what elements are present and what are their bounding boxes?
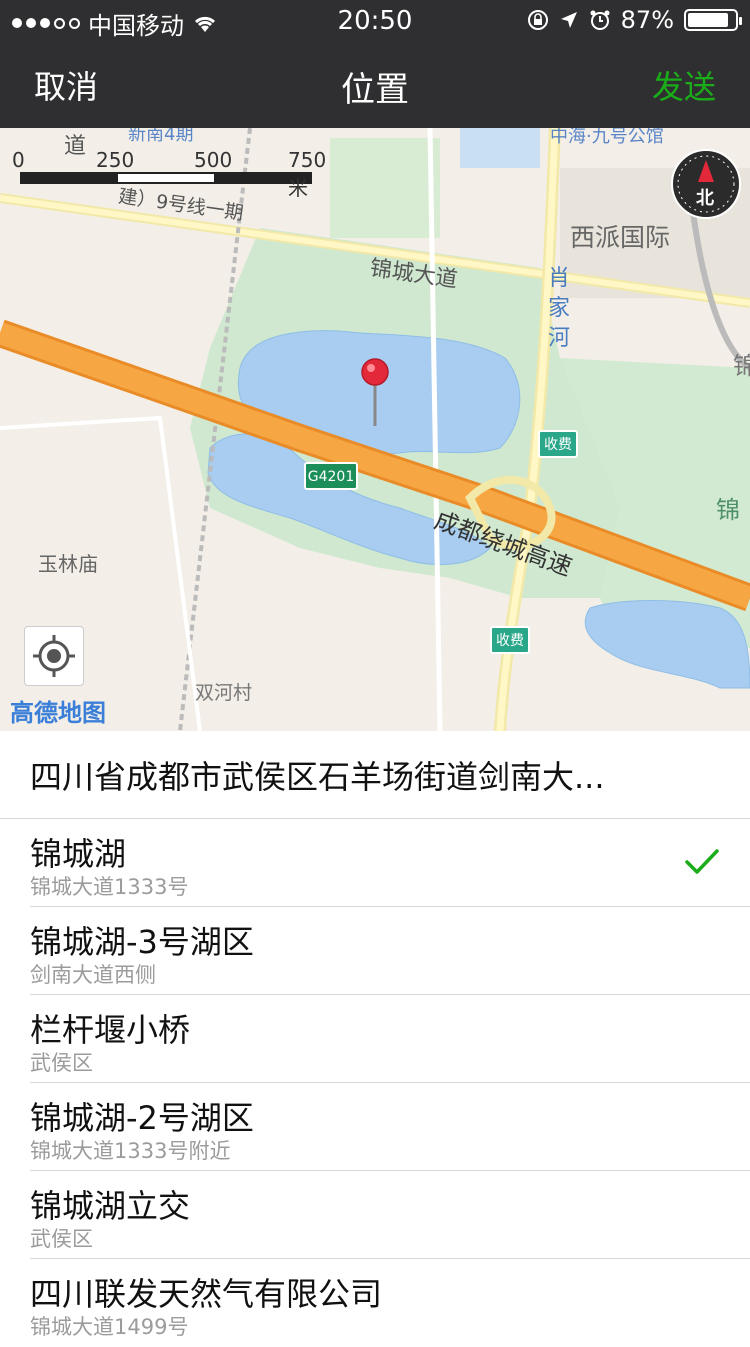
send-button[interactable]: 发送 (652, 62, 716, 108)
map-label-jin-edge-1: 锦 (733, 352, 750, 380)
toll-badge: 收费 (538, 430, 578, 458)
scale-label-500: 500 (194, 148, 233, 172)
toll-badge-2: 收费 (490, 626, 530, 654)
place-address: 剑南大道西侧 (30, 963, 156, 987)
list-item[interactable]: 锦城湖立交 武侯区 (30, 1171, 750, 1259)
orientation-lock-icon (527, 10, 548, 30)
scale-label-0: 0 (12, 148, 25, 172)
place-list: 四川省成都市武侯区石羊场街道剑南大... 锦城湖 锦城大道1333号 锦城湖-3… (0, 731, 750, 1347)
alarm-icon (590, 10, 610, 30)
place-address: 锦城大道1333号附近 (30, 1139, 231, 1163)
map-label-xiaojiahe: 肖家河 (548, 266, 571, 351)
location-arrow-icon (560, 12, 577, 28)
place-name: 四川联发天然气有限公司 (30, 1275, 383, 1313)
place-name: 锦城湖立交 (30, 1187, 191, 1225)
battery-fill (688, 13, 728, 27)
locate-me-button[interactable] (24, 626, 84, 686)
battery-percent: 87% (620, 6, 674, 34)
place-name: 锦城湖-3号湖区 (30, 923, 254, 961)
place-name: 锦城湖-2号湖区 (30, 1099, 254, 1137)
checkmark-icon (685, 849, 719, 874)
list-item[interactable]: 锦城湖-3号湖区 剑南大道西侧 (30, 907, 750, 995)
compass-icon[interactable]: 北 (670, 148, 742, 220)
place-address: 锦城大道1333号 (30, 875, 189, 899)
scale-label-250: 250 (96, 148, 135, 172)
compass-north-label: 北 (696, 188, 714, 209)
page-title: 位置 (341, 70, 409, 110)
status-bar: 中国移动 20:50 87% (0, 0, 750, 40)
place-address: 武侯区 (30, 1051, 93, 1075)
amap-logo: 高德地图 (10, 699, 106, 727)
list-item[interactable]: 锦城湖 锦城大道1333号 (30, 819, 750, 907)
crosshair-icon (33, 635, 75, 677)
list-item[interactable]: 锦城湖-2号湖区 锦城大道1333号附近 (30, 1083, 750, 1171)
highway-badge: G4201 (304, 462, 358, 490)
map-scale: 0 250 500 750 米 (12, 148, 326, 200)
scale-bar (20, 172, 312, 184)
place-name: 锦城湖 (30, 835, 127, 873)
battery-icon (684, 9, 742, 31)
place-address: 锦城大道1499号 (30, 1315, 189, 1339)
map-view[interactable]: 0 250 500 750 米 道 新南4期 中海·九号公馆 建）9号线一期 锦… (0, 128, 750, 731)
map-label-jin-edge-2: 锦 (716, 496, 740, 524)
list-item[interactable]: 栏杆堰小桥 武侯区 (30, 995, 750, 1083)
map-label-yulinmiao: 玉林庙 (38, 552, 98, 576)
map-label-shuanghecun: 双河村 (195, 682, 253, 704)
place-address: 武侯区 (30, 1227, 93, 1251)
map-label-xinnan: 新南4期 (128, 128, 194, 145)
current-address[interactable]: 四川省成都市武侯区石羊场街道剑南大... (0, 731, 750, 819)
scale-label-750: 750 米 (288, 148, 327, 200)
place-name: 栏杆堰小桥 (30, 1011, 191, 1049)
map-label-zhonghai: 中海·九号公馆 (550, 128, 664, 147)
nav-bar: 取消 位置 发送 (0, 40, 750, 128)
map-label-xipai: 西派国际 (570, 223, 671, 252)
map-label-dao: 道 (64, 134, 87, 159)
